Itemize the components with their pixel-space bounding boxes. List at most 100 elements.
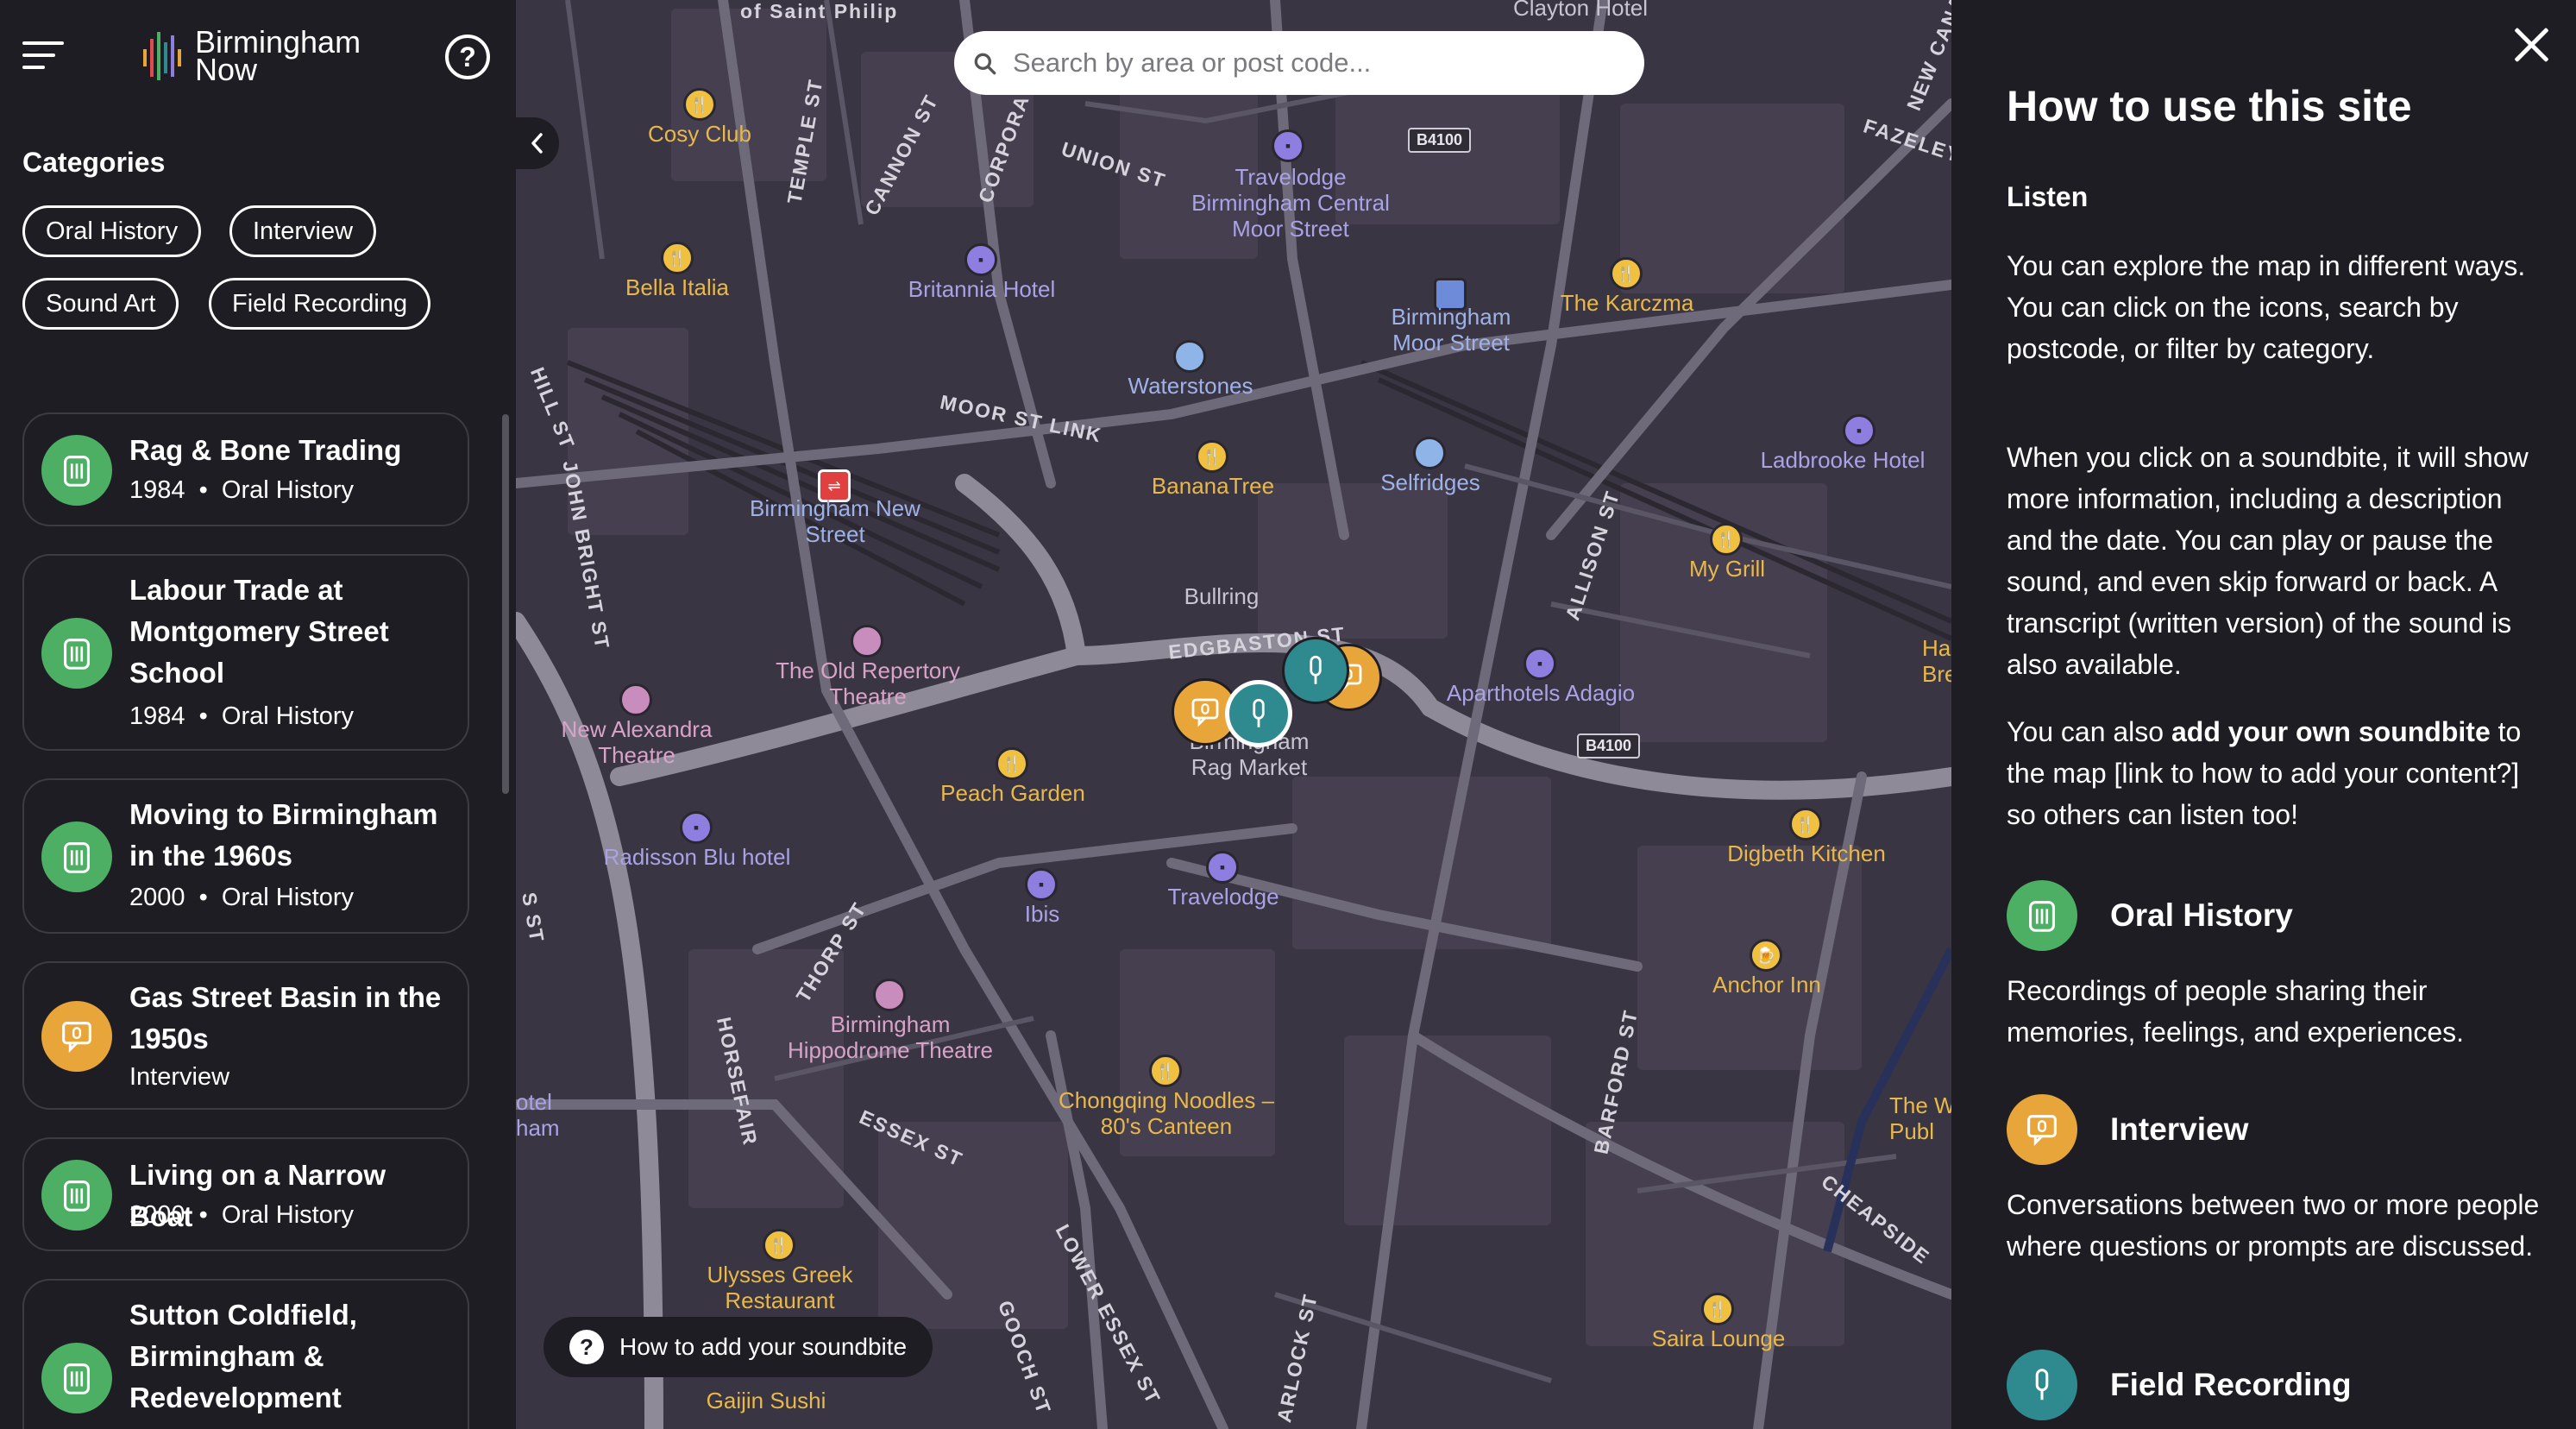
card-title: Sutton Coldfield, Birmingham & Redevelop…	[129, 1299, 357, 1413]
card-meta: 2000 • Oral History	[129, 884, 354, 911]
poi-label[interactable]: Radisson Blu hotel	[604, 844, 791, 870]
hotel-icon[interactable]: ▪	[1206, 851, 1239, 884]
search-icon	[974, 53, 996, 75]
map[interactable]: of Saint Philip UNION ST CANNON ST TEMPL…	[516, 0, 1951, 1429]
hotel-icon[interactable]: ▪	[1025, 868, 1058, 901]
poi-label[interactable]: Birmingham Moor Street	[1382, 304, 1520, 356]
restaurant-icon[interactable]: 🍴	[1196, 440, 1228, 473]
poi-label[interactable]: Britannia Hotel	[908, 276, 1056, 302]
poi-label: Clayton Hotel	[1512, 0, 1649, 21]
poi-label[interactable]: The W Publ	[1889, 1092, 1951, 1144]
help-panel: How to use this site Listen You can expl…	[1951, 0, 2576, 1429]
poi-label[interactable]: Chongqing Noodles – 80's Canteen	[1054, 1087, 1279, 1139]
poi-label[interactable]: Anchor Inn	[1712, 972, 1821, 998]
soundbite-card[interactable]: Labour Trade at Montgomery Street School…	[22, 554, 469, 751]
card-title: Moving to Birmingham in the 1960s	[129, 798, 438, 872]
poi-label[interactable]: Selfridges	[1380, 469, 1480, 495]
poi-label[interactable]: Travelodge Birmingham Central Moor Stree…	[1178, 164, 1403, 242]
chevron-left-icon	[531, 133, 543, 154]
poi-label[interactable]: Waterstones	[1128, 373, 1253, 399]
legend-oral-history: Oral History	[2007, 880, 2293, 951]
chip-sound-art[interactable]: Sound Art	[22, 278, 179, 330]
restaurant-icon[interactable]: 🍴	[1701, 1293, 1734, 1325]
poi-label[interactable]: The Old Repertory Theatre	[764, 658, 971, 709]
poi-label[interactable]: Digbeth Kitchen	[1727, 840, 1886, 866]
panel-paragraph: You can explore the map in different way…	[2007, 250, 2526, 364]
poi-label[interactable]: New Alexandra Theatre	[550, 716, 723, 768]
soundbite-card[interactable]: Gas Street Basin in the 1950s Interview	[22, 961, 469, 1110]
hotel-icon[interactable]: ▪	[1843, 414, 1875, 447]
add-soundbite-link[interactable]: add your own soundbite	[2171, 716, 2491, 747]
field-recording-marker-selected[interactable]	[1225, 680, 1292, 747]
poi-label[interactable]: Aparthotels Adagio	[1447, 680, 1635, 706]
search-input[interactable]	[1013, 31, 1617, 95]
hotel-icon[interactable]: ▪	[1272, 129, 1304, 162]
poi-label[interactable]: My Grill	[1689, 556, 1765, 582]
soundbite-card[interactable]: Rag & Bone Trading 1984 • Oral History	[22, 412, 469, 526]
restaurant-icon[interactable]: 🍴	[1149, 1054, 1182, 1087]
restaurant-icon[interactable]: 🍴	[683, 88, 716, 121]
logo[interactable]: Birmingham Now	[141, 24, 361, 88]
hotel-icon[interactable]: ▪	[1524, 647, 1556, 680]
poi-label[interactable]: Halton Brewing	[1922, 635, 1951, 687]
poi-label[interactable]: Bella Italia	[625, 274, 729, 300]
shop-icon[interactable]	[1173, 340, 1206, 373]
restaurant-icon[interactable]: 🍴	[661, 242, 694, 274]
oral-history-icon	[41, 1343, 112, 1413]
poi-label[interactable]: Gaijin Sushi	[707, 1388, 826, 1413]
close-icon[interactable]	[2512, 26, 2550, 64]
help-button[interactable]: ?	[445, 35, 490, 79]
poi-label[interactable]: Birmingham Hippodrome Theatre	[778, 1011, 1002, 1063]
field-recording-marker[interactable]	[1282, 637, 1349, 704]
interview-icon	[41, 1001, 112, 1072]
legend-description: Conversations between two or more people…	[2007, 1189, 2540, 1262]
panel-subtitle: Listen	[2007, 181, 2089, 212]
soundbite-card[interactable]: Living on a Narrow Boat 2000 • Oral Hist…	[22, 1137, 469, 1251]
poi-label[interactable]: otel ham	[516, 1089, 568, 1141]
how-to-add-soundbite-button[interactable]: ? How to add your soundbite	[543, 1317, 933, 1377]
question-icon: ?	[569, 1330, 604, 1364]
card-title: Rag & Bone Trading	[129, 434, 402, 466]
oral-history-icon	[41, 618, 112, 689]
chip-field-recording[interactable]: Field Recording	[209, 278, 431, 330]
poi-label[interactable]: BananaTree	[1152, 473, 1274, 499]
oral-history-icon	[2007, 880, 2077, 951]
shop-icon[interactable]	[1413, 437, 1446, 469]
soundbite-card[interactable]: Sutton Coldfield, Birmingham & Redevelop…	[22, 1279, 469, 1429]
card-meta: 1984 • Oral History	[129, 702, 354, 730]
how-to-add-label: How to add your soundbite	[619, 1333, 908, 1360]
soundbite-card[interactable]: Moving to Birmingham in the 1960s 2000 •…	[22, 778, 469, 934]
panel-title: How to use this site	[2007, 82, 2412, 130]
hotel-icon[interactable]: ▪	[964, 243, 997, 276]
legend-label: Interview	[2110, 1111, 2249, 1147]
poi-label[interactable]: Ladbrooke Hotel	[1761, 447, 1926, 473]
theatre-icon[interactable]	[851, 625, 883, 658]
poi-label[interactable]: Cosy Club	[648, 121, 751, 147]
chip-oral-history[interactable]: Oral History	[22, 205, 202, 257]
restaurant-icon[interactable]: 🍴	[763, 1229, 795, 1262]
restaurant-icon[interactable]: 🍴	[1789, 808, 1822, 840]
legend-interview: Interview	[2007, 1094, 2248, 1165]
sidebar-scrollbar[interactable]	[502, 414, 509, 794]
sidebar: Birmingham Now ? Categories Oral History…	[0, 0, 516, 1429]
chip-interview[interactable]: Interview	[229, 205, 377, 257]
poi-label[interactable]: Bullring	[1184, 583, 1260, 609]
poi-label[interactable]: The Karczma	[1561, 290, 1694, 316]
oral-history-icon	[41, 1160, 112, 1231]
logo-line-2: Now	[195, 52, 258, 87]
hotel-icon[interactable]: ▪	[680, 811, 713, 844]
poi-label[interactable]: Ibis	[1025, 901, 1059, 927]
poi-label[interactable]: Travelodge	[1167, 884, 1279, 910]
poi-label[interactable]: Ulysses Greek Restaurant	[694, 1262, 866, 1313]
restaurant-icon[interactable]: 🍴	[1610, 257, 1643, 290]
poi-label[interactable]: Saira Lounge	[1652, 1325, 1786, 1351]
pub-icon[interactable]: 🍺	[1750, 939, 1782, 972]
restaurant-icon[interactable]: 🍴	[996, 747, 1028, 780]
menu-icon[interactable]	[22, 41, 64, 72]
poi-label[interactable]: Birmingham New Street	[749, 495, 921, 547]
theatre-icon[interactable]	[873, 979, 906, 1011]
theatre-icon[interactable]	[619, 683, 652, 716]
restaurant-icon[interactable]: 🍴	[1710, 523, 1743, 556]
microphone-icon	[1253, 698, 1265, 727]
poi-label[interactable]: Peach Garden	[940, 780, 1085, 806]
